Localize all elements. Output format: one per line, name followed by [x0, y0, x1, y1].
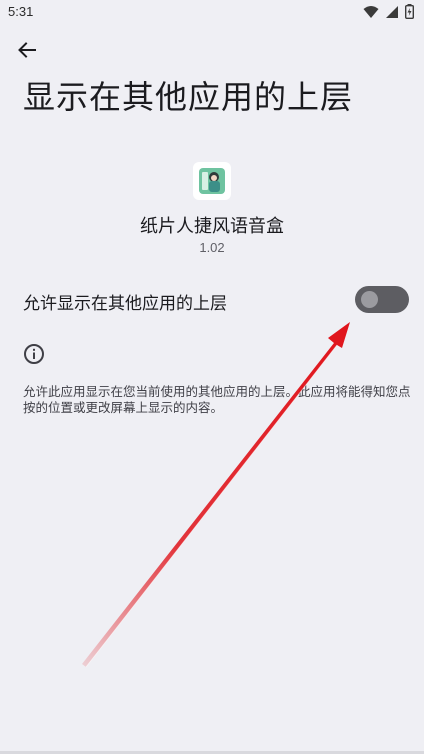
back-button[interactable] [14, 37, 40, 63]
info-icon [23, 343, 45, 365]
wifi-icon [363, 5, 379, 19]
signal-icon [385, 5, 399, 19]
app-avatar-icon [193, 162, 231, 200]
app-version: 1.02 [199, 240, 225, 255]
status-time: 5:31 [8, 4, 34, 19]
battery-icon [405, 4, 414, 19]
app-name: 纸片人捷风语音盒 [140, 216, 284, 237]
arrow-back-icon [18, 42, 36, 58]
overlay-permission-toggle[interactable] [355, 286, 409, 313]
permission-description: 允许此应用显示在您当前使用的其他应用的上层。此应用将能得知您点按的位置或更改屏幕… [23, 384, 411, 415]
overlay-permission-label: 允许显示在其他应用的上层 [23, 294, 227, 314]
status-bar: 5:31 [0, 0, 424, 26]
overlay-permission-row[interactable]: 允许显示在其他应用的上层 [0, 280, 424, 320]
page-title: 显示在其他应用的上层 [23, 78, 354, 116]
toggle-knob [361, 291, 378, 308]
status-icons [363, 4, 414, 19]
